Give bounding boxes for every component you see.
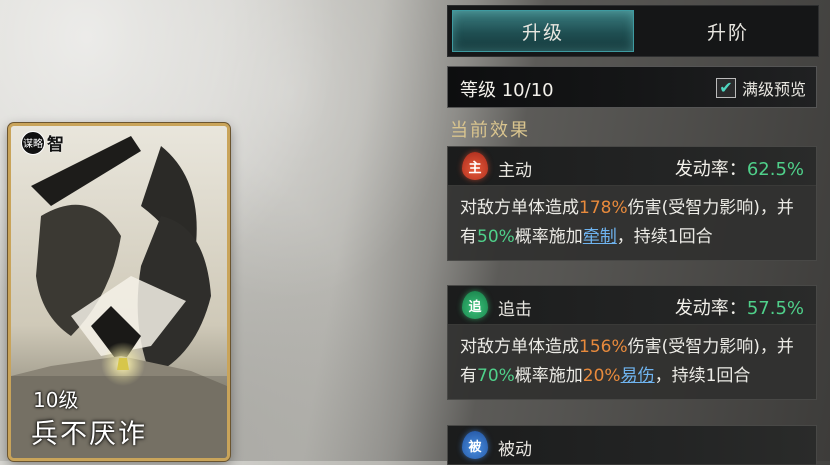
passive-skill-icon: 被 (462, 431, 488, 459)
max-level-preview-toggle[interactable]: ✔ 满级预览 (715, 76, 806, 100)
chance-value: 50% (477, 227, 515, 247)
skill-detail-panel: 升级 升阶 等级 10/10 ✔ 满级预览 当前效果 主 主动 发动率：62.5… (442, 0, 830, 465)
damage-value: 178% (579, 198, 628, 218)
effect-passive: 被 被动 (447, 425, 817, 465)
level-text: 等级 10/10 (460, 80, 554, 101)
skill-card[interactable]: 谋略 智 10级 兵不厌诈 (8, 123, 230, 461)
chance-value: 70% (477, 366, 515, 386)
desc-text: 对敌方单体造成 (460, 337, 579, 357)
effect-header: 被 被动 (448, 426, 816, 465)
desc-text: 对敌方单体造成 (460, 198, 579, 218)
card-level: 10级 (33, 388, 79, 412)
preview-checkbox[interactable]: ✔ (715, 78, 736, 98)
status-link-restrain[interactable]: 牵制 (583, 227, 617, 247)
effect-type: 被动 (498, 440, 532, 460)
trigger-rate: 发动率：62.5% (675, 155, 804, 181)
tab-bar: 升级 升阶 (447, 5, 819, 57)
card-name: 兵不厌诈 (31, 419, 147, 450)
effect-type: 主动 (498, 161, 532, 181)
section-title: 当前效果 (450, 120, 530, 141)
effect-header: 追 追击 发动率：57.5% (448, 286, 816, 325)
status-link-vulnerable[interactable]: 易伤 (621, 366, 655, 386)
effect-pursuit: 追 追击 发动率：57.5% 对敌方单体造成156%伤害(受智力影响)，并有70… (447, 285, 817, 400)
strategy-icon: 谋略 (21, 130, 45, 155)
pursuit-skill-icon: 追 (462, 291, 488, 319)
rate-value: 57.5% (746, 298, 804, 319)
vulnerability-value: 20% (582, 366, 621, 386)
tab-upgrade[interactable]: 升级 (452, 10, 634, 52)
desc-text: ，持续1回合 (616, 227, 713, 247)
rate-label: 发动率： (674, 298, 747, 319)
card-type-badge: 谋略 智 (21, 130, 64, 155)
effect-type: 追击 (498, 300, 532, 320)
active-skill-icon: 主 (462, 152, 488, 180)
effect-description: 对敌方单体造成178%伤害(受智力影响)，并有50%概率施加牵制，持续1回合 (448, 186, 816, 260)
level-row: 等级 10/10 ✔ 满级预览 (447, 66, 817, 108)
tab-advance[interactable]: 升阶 (638, 6, 818, 56)
rate-label: 发动率： (674, 159, 747, 180)
desc-text: 概率施加 (514, 366, 583, 386)
effect-active: 主 主动 发动率：62.5% 对敌方单体造成178%伤害(受智力影响)，并有50… (447, 146, 817, 261)
preview-label: 满级预览 (741, 80, 806, 99)
desc-text: 概率施加 (514, 227, 583, 247)
card-attribute: 智 (47, 135, 64, 155)
damage-value: 156% (579, 337, 628, 357)
desc-text: ，持续1回合 (654, 366, 751, 386)
effect-description: 对敌方单体造成156%伤害(受智力影响)，并有70%概率施加20%易伤，持续1回… (448, 325, 816, 399)
rate-value: 62.5% (746, 159, 804, 180)
effect-header: 主 主动 发动率：62.5% (448, 147, 816, 186)
check-icon: ✔ (719, 78, 733, 97)
trigger-rate: 发动率：57.5% (675, 294, 804, 320)
